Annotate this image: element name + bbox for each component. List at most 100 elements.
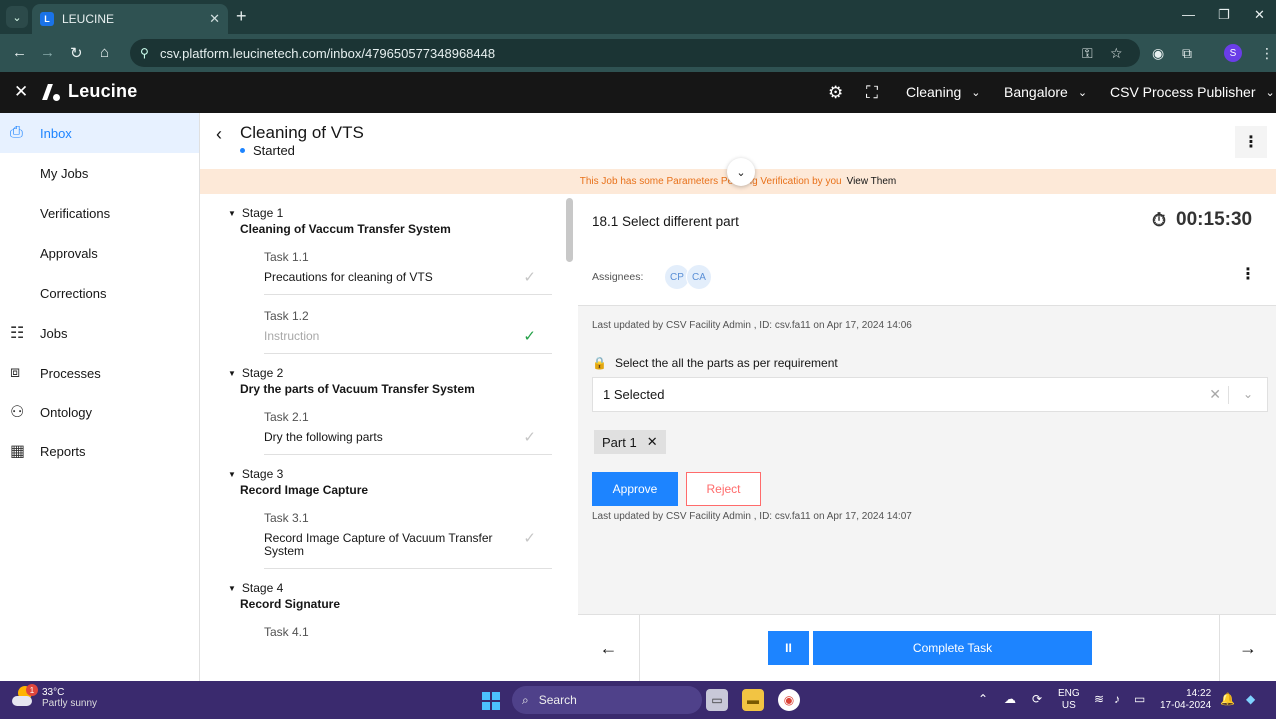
system-clock[interactable]: 14:22 17-04-2024 [1160, 688, 1211, 712]
address-bar[interactable]: ⚲ csv.platform.leucinetech.com/inbox/479… [130, 39, 1140, 67]
sidebar-item-verifications[interactable]: Verifications [0, 193, 199, 233]
status-dot-icon [240, 148, 245, 153]
os-taskbar: 1 33°C Partly sunny ⌕ Search ▭ ▬ ◉ ⌃ ☁ ⟳… [0, 681, 1276, 719]
complete-task-button[interactable]: Complete Task [813, 631, 1092, 665]
wifi-icon[interactable]: ≋ [1094, 692, 1104, 706]
caret-down-icon: ▼ [228, 208, 236, 218]
parameter-label: 🔒 Select the all the parts as per requir… [592, 356, 838, 370]
stopwatch-icon: ⏱ [1152, 209, 1167, 230]
close-icon[interactable]: ✕ [14, 82, 28, 102]
facility-dropdown[interactable]: Cleaning ⌄ [906, 84, 980, 100]
caret-down-icon: ▼ [228, 368, 236, 378]
parts-multiselect[interactable]: 1 Selected ✕ ⌄ [592, 377, 1268, 412]
new-tab-icon[interactable]: + [236, 6, 247, 27]
task-item[interactable]: Task 4.1 [264, 611, 552, 649]
windows-start-icon[interactable] [482, 692, 500, 710]
task-more-options-button[interactable]: ⋮ [1240, 264, 1256, 284]
kebab-menu-icon: ⋮ [1243, 134, 1259, 151]
stage-toggle[interactable]: ▼ Stage 1 [228, 206, 552, 220]
stage-name: Cleaning of Vaccum Transfer System [240, 222, 451, 236]
maximize-icon[interactable]: ❐ [1218, 7, 1230, 23]
search-icon: ⌕ [522, 692, 529, 707]
close-window-icon[interactable]: ✕ [1254, 7, 1265, 23]
stage-toggle[interactable]: ▼ Stage 2 [228, 366, 552, 380]
browser-menu-icon[interactable]: ⋮ [1260, 45, 1274, 62]
battery-icon[interactable]: ▭ [1134, 692, 1145, 706]
notification-bell-icon[interactable]: 🔔 [1220, 692, 1235, 706]
location-dropdown[interactable]: Bangalore ⌄ [1004, 84, 1087, 100]
collapse-header-button[interactable]: ⌄ [727, 158, 755, 186]
stage-list-scrollbar[interactable] [566, 198, 573, 262]
chevron-left-icon[interactable]: ‹ [216, 124, 222, 145]
facility-label: Cleaning [906, 84, 962, 100]
home-icon[interactable]: ⌂ [100, 44, 109, 61]
approve-button[interactable]: Approve [592, 472, 678, 506]
task-name: Instruction [264, 329, 320, 343]
browser-tab[interactable]: L LEUCINE ✕ [32, 4, 228, 34]
taskbar-search[interactable]: ⌕ Search [512, 686, 702, 714]
sidebar-item-label: Reports [40, 443, 86, 459]
reload-icon[interactable]: ↻ [70, 44, 83, 62]
screenshot-icon[interactable]: ◉ [1152, 45, 1164, 62]
check-icon: ✓ [523, 269, 536, 286]
chrome-icon[interactable]: ◉ [778, 689, 800, 711]
pause-button[interactable]: II [768, 631, 809, 665]
sidebar-item-ontology[interactable]: ⚇ Ontology [0, 393, 199, 431]
file-explorer-icon[interactable]: ▬ [742, 689, 764, 711]
scan-icon[interactable]: ⛶ [866, 83, 878, 103]
close-tab-icon[interactable]: ✕ [209, 11, 220, 27]
task-number: Task 3.1 [264, 511, 309, 525]
stage-3: ▼ Stage 3 Record Image Capture Task 3.1 … [228, 467, 552, 569]
parameter-section: 🔒 Select the all the parts as per requir… [578, 342, 1276, 614]
sidebar-item-approvals[interactable]: Approvals [0, 233, 199, 273]
next-task-button[interactable]: → [1219, 615, 1276, 682]
job-more-options-button[interactable]: ⋮ [1235, 126, 1267, 158]
volume-icon[interactable]: ♪ [1114, 692, 1120, 706]
chevron-up-icon[interactable]: ⌃ [978, 692, 988, 706]
tab-search-icon[interactable]: ⌄ [6, 6, 28, 28]
bookmark-star-icon[interactable]: ☆ [1110, 45, 1123, 62]
extensions-icon[interactable]: ⧉ [1182, 45, 1192, 62]
assignee-avatar[interactable]: CA [686, 264, 712, 290]
sidebar-item-inbox[interactable]: ⎙ Inbox [0, 113, 199, 153]
stage-toggle[interactable]: ▼ Stage 3 [228, 467, 552, 481]
task-item[interactable]: Task 1.1 Precautions for cleaning of VTS… [264, 236, 552, 295]
job-header: ‹ Cleaning of VTS Started ⌄ ⋮ [200, 113, 1276, 186]
sidebar-item-my-jobs[interactable]: My Jobs [0, 153, 199, 193]
gear-icon[interactable]: ⚙ [828, 83, 843, 103]
minimize-icon[interactable]: — [1182, 7, 1195, 22]
previous-task-button[interactable]: ← [578, 615, 640, 682]
site-info-icon[interactable]: ⚲ [140, 46, 149, 60]
back-arrow-icon[interactable]: ← [12, 44, 27, 61]
clock-date: 17-04-2024 [1160, 700, 1212, 711]
favicon-icon: L [40, 12, 54, 26]
sync-icon[interactable]: ⟳ [1032, 692, 1042, 706]
reject-button[interactable]: Reject [686, 472, 761, 506]
stage-4: ▼ Stage 4 Record Signature Task 4.1 [228, 581, 552, 649]
task-item[interactable]: Task 1.2 Instruction ✓ [264, 295, 552, 354]
search-label: Search [538, 693, 577, 707]
onedrive-cloud-icon[interactable]: ☁ [1004, 692, 1016, 706]
chevron-down-icon[interactable]: ⌄ [1243, 387, 1253, 401]
sidebar-item-reports[interactable]: ▦ Reports [0, 431, 199, 471]
chip-label: Part 1 [602, 434, 637, 450]
task-item[interactable]: Task 3.1 Record Image Capture of Vacuum … [264, 497, 552, 569]
temperature: 33°C [42, 687, 65, 698]
task-item[interactable]: Task 2.1 Dry the following parts ✓ [264, 396, 552, 455]
sidebar-item-processes[interactable]: ⧈ Processes [0, 353, 199, 393]
stage-toggle[interactable]: ▼ Stage 4 [228, 581, 552, 595]
sidebar-item-corrections[interactable]: Corrections [0, 273, 199, 313]
task-view-icon[interactable]: ▭ [706, 689, 728, 711]
role-dropdown[interactable]: CSV Process Publisher ⌄ [1110, 84, 1275, 100]
weather-widget[interactable]: 1 33°C Partly sunny [12, 684, 97, 710]
stage-name: Dry the parts of Vacuum Transfer System [240, 382, 475, 396]
view-them-link[interactable]: View Them [847, 176, 897, 187]
copilot-icon[interactable]: ◆ [1246, 692, 1255, 706]
profile-avatar[interactable]: S [1224, 44, 1242, 62]
clear-icon[interactable]: ✕ [1209, 386, 1221, 403]
language-indicator[interactable]: ENG US [1058, 688, 1080, 712]
password-key-icon[interactable]: ⚿ [1082, 45, 1093, 62]
sidebar-item-jobs[interactable]: ☷ Jobs [0, 313, 199, 353]
forward-arrow-icon[interactable]: → [40, 44, 55, 61]
remove-chip-icon[interactable]: ✕ [647, 434, 658, 450]
